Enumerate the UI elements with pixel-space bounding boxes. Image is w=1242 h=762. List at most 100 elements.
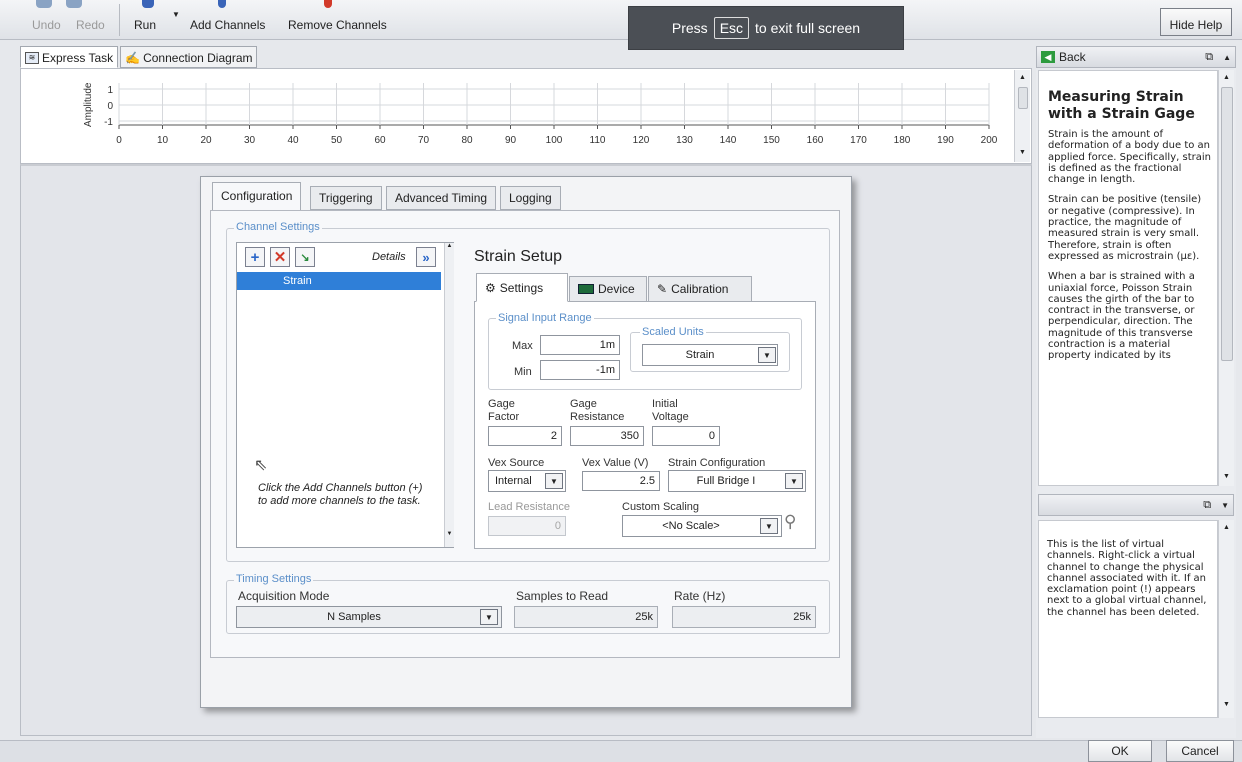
channel-list-scrollbar[interactable]: ▲ ▼ [444, 243, 454, 547]
context-help-text: This is the list of virtual channels. Ri… [1047, 539, 1207, 618]
run-dropdown-icon[interactable]: ▼ [172, 10, 180, 19]
samples-to-read-input[interactable]: 25k [514, 606, 658, 628]
hide-help-button[interactable]: Hide Help [1160, 8, 1232, 36]
scaled-units-dropdown-icon[interactable]: ▼ [758, 347, 776, 363]
details-expand-icon[interactable]: » [416, 247, 436, 267]
ok-label: OK [1111, 744, 1129, 758]
gage-resistance-label: Gage Resistance [570, 398, 624, 424]
initial-voltage-label: Initial Voltage [652, 398, 689, 424]
edit-channel-icon[interactable]: ↘ [295, 247, 315, 267]
tab-connection-diagram[interactable]: ✍ Connection Diagram [120, 46, 258, 68]
undo-icon [36, 0, 52, 8]
run-icon [142, 0, 154, 8]
cancel-label: Cancel [1181, 744, 1219, 758]
context-scroll-down-icon[interactable]: ▼ [1219, 701, 1234, 708]
express-task-icon: ≋ [25, 51, 39, 64]
main-tabs: ≋ Express Task ✍ Connection Diagram [20, 46, 258, 68]
redo-button[interactable]: Redo [76, 18, 105, 32]
initial-voltage-input[interactable]: 0 [652, 426, 720, 446]
x-tick-label: 120 [633, 135, 650, 146]
x-tick-label: 130 [676, 135, 693, 146]
tab-calibration-label: Calibration [671, 282, 729, 296]
list-scroll-up-icon[interactable]: ▲ [445, 243, 454, 249]
x-tick-label: 0 [116, 135, 122, 146]
scroll-up-icon[interactable]: ▲ [1015, 74, 1030, 81]
help-scroll-up-icon[interactable]: ▲ [1219, 74, 1234, 81]
y-axis-label: Amplitude [83, 82, 94, 127]
x-tick-label: 190 [937, 135, 954, 146]
strain-setup-title: Strain Setup [474, 248, 563, 265]
list-scroll-down-icon[interactable]: ▼ [445, 531, 454, 537]
esc-key: Esc [713, 17, 750, 39]
help-popout-icon[interactable]: ⧉ [1205, 51, 1213, 64]
tab-connection-diagram-label: Connection Diagram [143, 50, 253, 65]
help-scrollbar[interactable]: ▲ ▼ [1218, 70, 1234, 486]
scale-builder-icon[interactable]: ⚲ [784, 512, 796, 532]
device-icon [578, 284, 594, 294]
tab-triggering[interactable]: Triggering [310, 186, 382, 210]
tab-settings-label: Settings [499, 280, 544, 295]
help-paragraph-2: Strain can be positive (tensile) or nega… [1048, 194, 1202, 262]
custom-scaling-dropdown-icon[interactable]: ▼ [760, 518, 778, 534]
help-paragraph-1: Strain is the amount of deformation of a… [1048, 129, 1211, 186]
remove-channels-icon [324, 0, 332, 8]
help-scrollbar-thumb[interactable] [1220, 87, 1233, 361]
vex-value-input[interactable]: 2.5 [582, 471, 660, 491]
acquisition-mode-value: N Samples [327, 611, 381, 623]
context-popout-icon[interactable]: ⧉ [1203, 499, 1211, 512]
fullscreen-exit-text: to exit full screen [755, 20, 861, 36]
run-button[interactable]: Run [134, 18, 156, 32]
remove-channels-button[interactable]: Remove Channels [288, 18, 387, 32]
rate-input[interactable]: 25k [672, 606, 816, 628]
gage-factor-label: Gage Factor [488, 398, 519, 424]
tab-advanced-timing[interactable]: Advanced Timing [386, 186, 497, 210]
initial-voltage-label-line1: Initial [652, 398, 678, 410]
strain-configuration-dropdown-icon[interactable]: ▼ [785, 473, 803, 489]
gage-resistance-input[interactable]: 350 [570, 426, 644, 446]
add-channels-button[interactable]: Add Channels [190, 18, 265, 32]
x-tick-label: 180 [894, 135, 911, 146]
x-tick-label: 10 [157, 135, 169, 146]
x-tick-label: 110 [590, 135, 606, 146]
scroll-down-icon[interactable]: ▼ [1015, 149, 1030, 156]
gage-factor-input[interactable]: 2 [488, 426, 562, 446]
min-input[interactable]: -1m [540, 360, 620, 380]
undo-button[interactable]: Undo [32, 18, 61, 32]
acquisition-mode-select[interactable]: N Samples [236, 606, 502, 628]
samples-to-read-label: Samples to Read [516, 589, 609, 603]
vex-source-dropdown-icon[interactable]: ▼ [545, 473, 563, 489]
tab-settings[interactable]: ⚙ Settings [476, 273, 568, 302]
tab-device[interactable]: Device [569, 276, 647, 302]
help-scroll-down-icon[interactable]: ▼ [1219, 473, 1234, 480]
y-tick-label: -1 [104, 117, 113, 128]
remove-channel-icon[interactable]: ✕ [270, 247, 290, 267]
context-help-scrollbar[interactable]: ▲ ▼ [1218, 520, 1234, 718]
settings-icon: ⚙ [485, 280, 496, 295]
context-expand-icon[interactable]: ▼ [1221, 501, 1229, 510]
custom-scaling-select[interactable]: <No Scale> [622, 515, 782, 537]
back-arrow-icon[interactable]: ◀ [1041, 51, 1055, 63]
mouse-cursor-icon: ⇖ [254, 457, 268, 474]
hide-help-label: Hide Help [1169, 18, 1223, 32]
list-item-strain[interactable]: Strain [237, 272, 441, 290]
tab-configuration[interactable]: Configuration [212, 182, 302, 211]
ok-button[interactable]: OK [1088, 740, 1152, 762]
add-channel-icon[interactable]: + [245, 247, 265, 267]
scrollbar-thumb[interactable] [1017, 87, 1028, 109]
lead-resistance-input[interactable]: 0 [488, 516, 566, 536]
add-channels-icon [218, 0, 226, 8]
help-collapse-icon[interactable]: ▲ [1223, 53, 1231, 62]
tab-express-task[interactable]: ≋ Express Task [20, 46, 119, 68]
tab-calibration[interactable]: ✎ Calibration [648, 276, 752, 302]
max-input[interactable]: 1m [540, 335, 620, 355]
toolbar-divider [119, 4, 120, 36]
status-bar [0, 740, 1242, 762]
max-label: Max [512, 340, 533, 352]
cancel-button[interactable]: Cancel [1166, 740, 1234, 762]
acquisition-mode-dropdown-icon[interactable]: ▼ [480, 609, 498, 625]
help-back-button[interactable]: Back [1059, 50, 1086, 64]
context-scroll-up-icon[interactable]: ▲ [1219, 524, 1234, 531]
x-tick-label: 40 [287, 135, 299, 146]
tab-logging[interactable]: Logging [500, 186, 561, 210]
graph-scrollbar[interactable]: ▲ ▼ [1014, 70, 1030, 162]
